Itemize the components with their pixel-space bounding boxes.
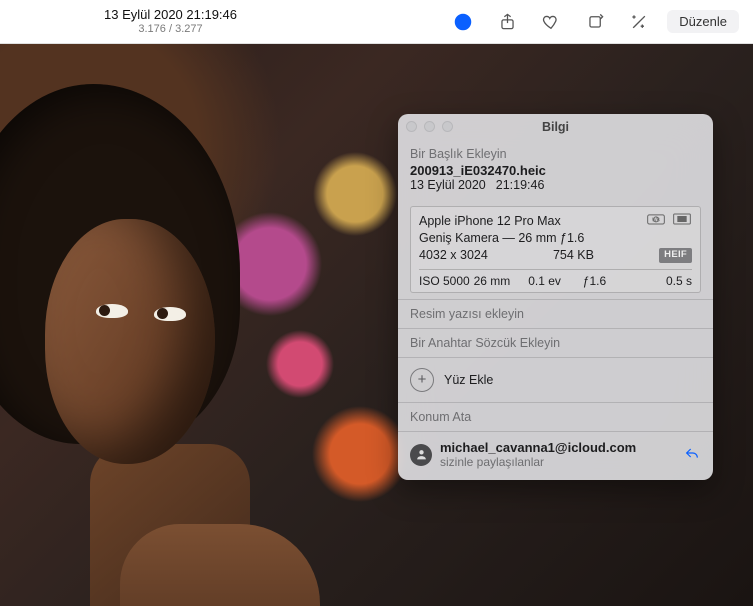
rotate-button[interactable] xyxy=(575,7,615,37)
add-face-row[interactable]: + Yüz Ekle xyxy=(398,357,713,402)
info-panel: Bilgi Bir Başlık Ekleyin 200913_iE032470… xyxy=(398,114,713,480)
info-button[interactable] xyxy=(443,7,483,37)
title-section: Bir Başlık Ekleyin 200913_iE032470.heic … xyxy=(398,140,713,199)
favorite-button[interactable] xyxy=(531,7,571,37)
filename-label: 200913_iE032470.heic xyxy=(410,163,701,178)
window-controls[interactable] xyxy=(406,121,453,132)
keyword-section: Bir Anahtar Sözcük Ekleyin xyxy=(398,328,713,357)
photo-count: 3.176 / 3.277 xyxy=(138,23,202,36)
assign-location-label: Konum Ata xyxy=(410,410,701,424)
avatar xyxy=(410,444,432,466)
capture-time: 21:19:46 xyxy=(496,178,545,192)
resolution: 4032 x 3024 xyxy=(419,247,488,264)
edit-button[interactable]: Düzenle xyxy=(667,10,739,33)
photo-title-block: 13 Eylül 2020 21:19:46 3.176 / 3.277 xyxy=(14,8,237,36)
plus-icon: + xyxy=(410,368,434,392)
shared-email: michael_cavanna1@icloud.com xyxy=(440,440,675,456)
photo-datetime: 13 Eylül 2020 21:19:46 xyxy=(104,8,237,23)
keyword-input[interactable]: Bir Anahtar Sözcük Ekleyin xyxy=(410,336,701,350)
exif-aperture: ƒ1.6 xyxy=(583,274,638,288)
exif-shutter: 0.5 s xyxy=(637,274,692,288)
share-button[interactable] xyxy=(487,7,527,37)
exif-iso: ISO 5000 xyxy=(419,274,474,288)
info-panel-titlebar: Bilgi xyxy=(398,114,713,140)
camera-info-box: WB Apple iPhone 12 Pro Max Geniş Kamera … xyxy=(410,206,701,293)
filesize: 754 KB xyxy=(488,247,659,264)
white-balance-icon: WB xyxy=(646,212,666,229)
capture-date: 13 Eylül 2020 xyxy=(410,178,486,192)
exif-ev: 0.1 ev xyxy=(528,274,583,288)
metering-icon xyxy=(672,212,692,229)
caption-input[interactable]: Resim yazısı ekleyin xyxy=(410,307,701,321)
top-toolbar: 13 Eylül 2020 21:19:46 3.176 / 3.277 Düz… xyxy=(0,0,753,44)
shared-by-row[interactable]: michael_cavanna1@icloud.com sizinle payl… xyxy=(398,431,713,480)
title-input[interactable]: Bir Başlık Ekleyin xyxy=(410,147,701,161)
info-panel-title: Bilgi xyxy=(542,120,569,134)
exif-row: ISO 5000 26 mm 0.1 ev ƒ1.6 0.5 s xyxy=(419,269,692,288)
caption-section: Resim yazısı ekleyin xyxy=(398,299,713,328)
auto-enhance-button[interactable] xyxy=(619,7,659,37)
shared-sublabel: sizinle paylaşılanlar xyxy=(440,455,675,469)
svg-text:WB: WB xyxy=(652,218,661,224)
camera-lens: Geniş Kamera — 26 mm ƒ1.6 xyxy=(419,230,692,247)
format-badge: HEIF xyxy=(659,248,692,263)
location-section[interactable]: Konum Ata xyxy=(398,402,713,431)
exif-focal: 26 mm xyxy=(474,274,529,288)
reply-icon[interactable] xyxy=(683,445,701,464)
add-face-label: Yüz Ekle xyxy=(444,373,493,387)
